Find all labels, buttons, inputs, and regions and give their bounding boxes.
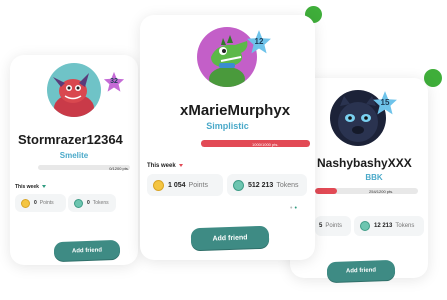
tokens-label: Tokens [276,181,299,189]
tokens-label: Tokens [395,223,415,229]
points-value: 5 [319,223,323,229]
points-value: 0 [34,200,37,206]
progress-fill [315,188,337,194]
online-indicator-dot [424,69,442,87]
username: xMarieMurphyx [180,102,291,119]
profile-card: 32 Stormrazer12364 Smelite 0/1200 pts. T… [10,55,138,265]
week-filter[interactable]: This week [15,184,46,190]
coin-icon [21,198,30,208]
pagination-dots: •• [290,205,299,212]
points-label: Points [39,200,54,206]
week-filter-label: This week [147,163,176,169]
avatar [47,63,101,117]
rank-label: Smelite [59,151,89,160]
points-value: 1 054 [168,181,186,189]
points-label: Points [325,223,343,229]
week-filter[interactable]: This week [147,163,183,169]
level-number: 12 [254,37,264,46]
chevron-down-icon [41,185,46,189]
week-filter-label: This week [15,184,39,190]
tokens-stat: 12 213 Tokens [354,216,424,236]
chevron-down-icon [178,163,183,167]
level-badge: 12 [246,29,272,55]
progress-text: 1000/1000 pts. [252,142,279,147]
token-icon [74,198,83,208]
level-number: 15 [380,98,390,107]
add-friend-button[interactable]: Add friend [190,225,270,251]
level-badge: 32 [103,71,125,93]
tokens-value: 512 213 [248,181,274,189]
points-stat: 5 Points [315,216,351,236]
tokens-stat: 512 213 Tokens [227,174,307,196]
token-icon [360,221,370,231]
progress-text: 0/1200 pts. [109,166,129,171]
points-stat: 1 054 Points [147,174,223,196]
tokens-value: 0 [87,200,90,206]
profile-card: 12 xMarieMurphyx Simplistic 1000/1000 pt… [140,15,315,260]
username: NashybashyXXX [317,156,412,170]
rank-label: BBK [365,173,383,182]
points-stat: 0 Points [15,194,66,212]
coin-icon [153,179,164,191]
tokens-stat: 0 Tokens [68,194,116,212]
username: Stormrazer12364 [18,132,123,147]
add-friend-button[interactable]: Add friend [53,239,121,262]
progress-bar [315,188,418,194]
tokens-label: Tokens [92,200,109,206]
level-number: 32 [110,78,118,85]
rank-label: Simplistic [206,121,249,131]
progress-text: 254/1200 pts. [369,189,394,194]
add-friend-button[interactable]: Add friend [326,259,396,283]
level-badge: 15 [372,90,398,116]
tokens-value: 12 213 [374,223,393,229]
points-label: Points [188,181,208,189]
token-icon [233,179,244,191]
